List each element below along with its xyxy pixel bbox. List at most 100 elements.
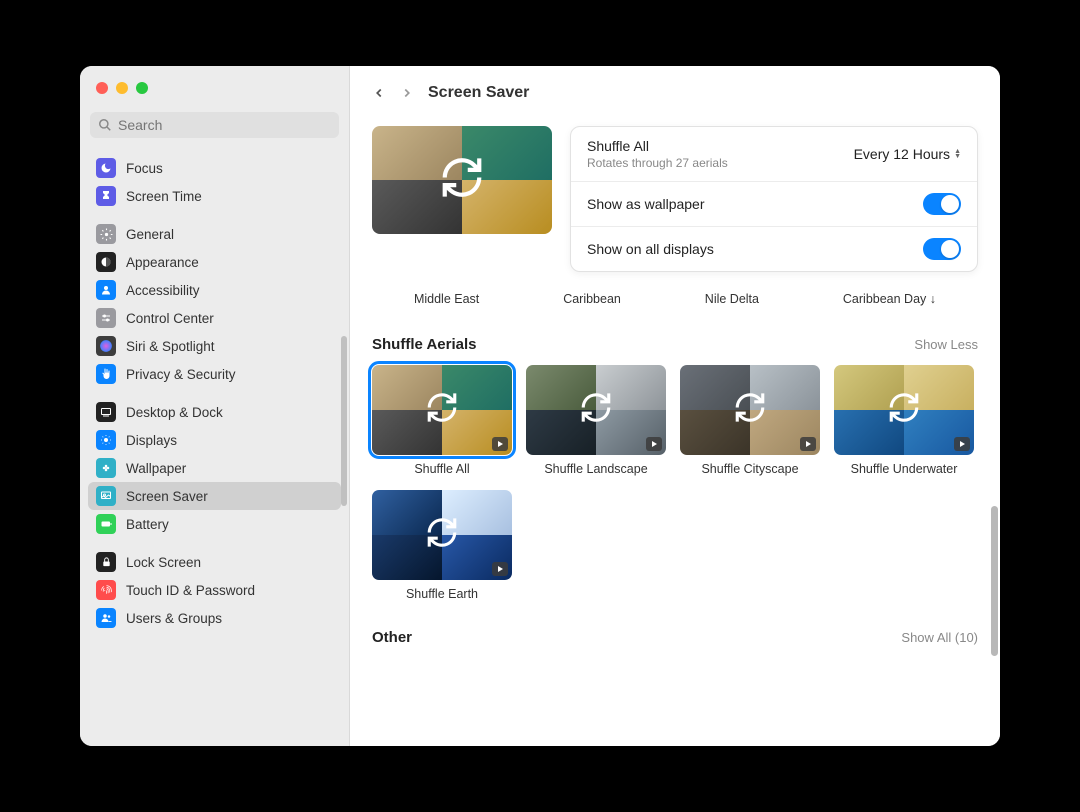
sidebar-item-desktop-dock[interactable]: Desktop & Dock — [88, 398, 341, 426]
content-pane: Screen Saver Shuffle All Rotates through… — [350, 66, 1000, 746]
sidebar-item-lock-screen[interactable]: Lock Screen — [88, 548, 341, 576]
screensaver-option[interactable]: Shuffle Underwater — [834, 365, 974, 476]
screensaver-option[interactable]: Shuffle Cityscape — [680, 365, 820, 476]
sidebar-item-label: General — [126, 227, 174, 242]
current-screensaver-settings: Shuffle All Rotates through 27 aerials E… — [372, 126, 978, 272]
play-icon — [492, 562, 508, 576]
hand-icon — [96, 364, 116, 384]
sidebar-item-users-groups[interactable]: Users & Groups — [88, 604, 341, 632]
section-toggle-button[interactable]: Show Less — [914, 337, 978, 352]
sidebar-item-label: Desktop & Dock — [126, 405, 223, 420]
search-field[interactable] — [90, 112, 339, 138]
screensaver-option[interactable]: Shuffle Earth — [372, 490, 512, 601]
back-button[interactable] — [372, 84, 386, 102]
all-displays-label: Show on all displays — [587, 241, 714, 257]
screensaver-option[interactable]: Shuffle Landscape — [526, 365, 666, 476]
thumbnail-image — [372, 365, 512, 455]
shuffle-subtitle: Rotates through 27 aerials — [587, 156, 728, 170]
sidebar-item-battery[interactable]: Battery — [88, 510, 341, 538]
shuffle-icon — [425, 516, 459, 555]
aerial-label: Middle East — [414, 292, 479, 306]
search-input[interactable] — [118, 117, 331, 133]
sidebar-item-label: Siri & Spotlight — [126, 339, 215, 354]
person-icon — [96, 280, 116, 300]
section-header: Other Show All (10) — [372, 629, 978, 646]
shuffle-icon — [439, 155, 485, 206]
sidebar-item-displays[interactable]: Displays — [88, 426, 341, 454]
sidebar-item-label: Focus — [126, 161, 163, 176]
thumbnail-label: Shuffle Landscape — [526, 462, 666, 476]
thumbnail-image — [372, 490, 512, 580]
previous-section-labels: Middle EastCaribbeanNile DeltaCaribbean … — [372, 292, 978, 306]
moon-icon — [96, 158, 116, 178]
screensaver-option[interactable]: Shuffle All — [372, 365, 512, 476]
sidebar-item-touch-id-password[interactable]: Touch ID & Password — [88, 576, 341, 604]
play-icon — [954, 437, 970, 451]
wallpaper-toggle[interactable] — [923, 193, 961, 215]
dock-icon — [96, 402, 116, 422]
sidebar-item-privacy-security[interactable]: Privacy & Security — [88, 360, 341, 388]
shuffle-icon — [425, 391, 459, 430]
sidebar-item-general[interactable]: General — [88, 220, 341, 248]
sidebar-item-screen-saver[interactable]: Screen Saver — [88, 482, 341, 510]
page-title: Screen Saver — [428, 84, 529, 102]
section-header: Shuffle AerialsShow Less — [372, 336, 978, 353]
content-scrollbar[interactable] — [991, 506, 998, 656]
battery-icon — [96, 514, 116, 534]
sidebar-item-siri-spotlight[interactable]: Siri & Spotlight — [88, 332, 341, 360]
shuffle-title: Shuffle All — [587, 138, 728, 154]
sidebar-list[interactable]: Focus Screen Time General Appearance Accessi… — [80, 144, 349, 746]
shuffle-interval-row: Shuffle All Rotates through 27 aerials E… — [571, 127, 977, 182]
sliders-icon — [96, 308, 116, 328]
hourglass-icon — [96, 186, 116, 206]
aerial-label: Caribbean — [563, 292, 621, 306]
thumbnail-label: Shuffle Cityscape — [680, 462, 820, 476]
forward-button[interactable] — [400, 84, 414, 102]
screensaver-icon — [96, 486, 116, 506]
users-icon — [96, 608, 116, 628]
thumbnail-grid: Shuffle All Shuffle Landscape Shuffle City… — [372, 365, 978, 601]
thumbnail-label: Shuffle All — [372, 462, 512, 476]
sidebar-item-label: Wallpaper — [126, 461, 186, 476]
settings-card: Shuffle All Rotates through 27 aerials E… — [570, 126, 978, 272]
system-settings-window: Focus Screen Time General Appearance Accessi… — [80, 66, 1000, 746]
sidebar-item-label: Battery — [126, 517, 169, 532]
gear-icon — [96, 224, 116, 244]
play-icon — [800, 437, 816, 451]
close-button[interactable] — [96, 82, 108, 94]
fingerprint-icon — [96, 580, 116, 600]
thumbnail-image — [834, 365, 974, 455]
wallpaper-row: Show as wallpaper — [571, 182, 977, 227]
section-title: Other — [372, 629, 412, 646]
thumbnail-image — [680, 365, 820, 455]
content-header: Screen Saver — [350, 66, 1000, 112]
section-toggle-button[interactable]: Show All (10) — [901, 630, 978, 645]
sidebar-item-screen-time[interactable]: Screen Time — [88, 182, 341, 210]
sidebar-item-label: Displays — [126, 433, 177, 448]
sidebar-item-label: Screen Time — [126, 189, 202, 204]
shuffle-icon — [887, 391, 921, 430]
thumbnail-image — [526, 365, 666, 455]
sidebar-item-label: Appearance — [126, 255, 199, 270]
thumbnail-label: Shuffle Underwater — [834, 462, 974, 476]
sidebar-item-wallpaper[interactable]: Wallpaper — [88, 454, 341, 482]
sidebar-item-control-center[interactable]: Control Center — [88, 304, 341, 332]
fullscreen-button[interactable] — [136, 82, 148, 94]
all-displays-toggle[interactable] — [923, 238, 961, 260]
sidebar-item-appearance[interactable]: Appearance — [88, 248, 341, 276]
sidebar-scrollbar[interactable] — [341, 336, 347, 506]
interval-value: Every 12 Hours — [854, 146, 950, 162]
display-icon — [96, 430, 116, 450]
search-icon — [98, 118, 112, 132]
preview-thumbnail[interactable] — [372, 126, 552, 234]
minimize-button[interactable] — [116, 82, 128, 94]
interval-dropdown[interactable]: Every 12 Hours ▲▼ — [854, 146, 961, 162]
aerial-label: Caribbean Day ↓ — [843, 292, 936, 306]
sidebar-item-accessibility[interactable]: Accessibility — [88, 276, 341, 304]
play-icon — [492, 437, 508, 451]
sidebar: Focus Screen Time General Appearance Accessi… — [80, 66, 350, 746]
siri-icon — [96, 336, 116, 356]
wallpaper-label: Show as wallpaper — [587, 196, 705, 212]
sidebar-item-label: Control Center — [126, 311, 214, 326]
sidebar-item-focus[interactable]: Focus — [88, 154, 341, 182]
